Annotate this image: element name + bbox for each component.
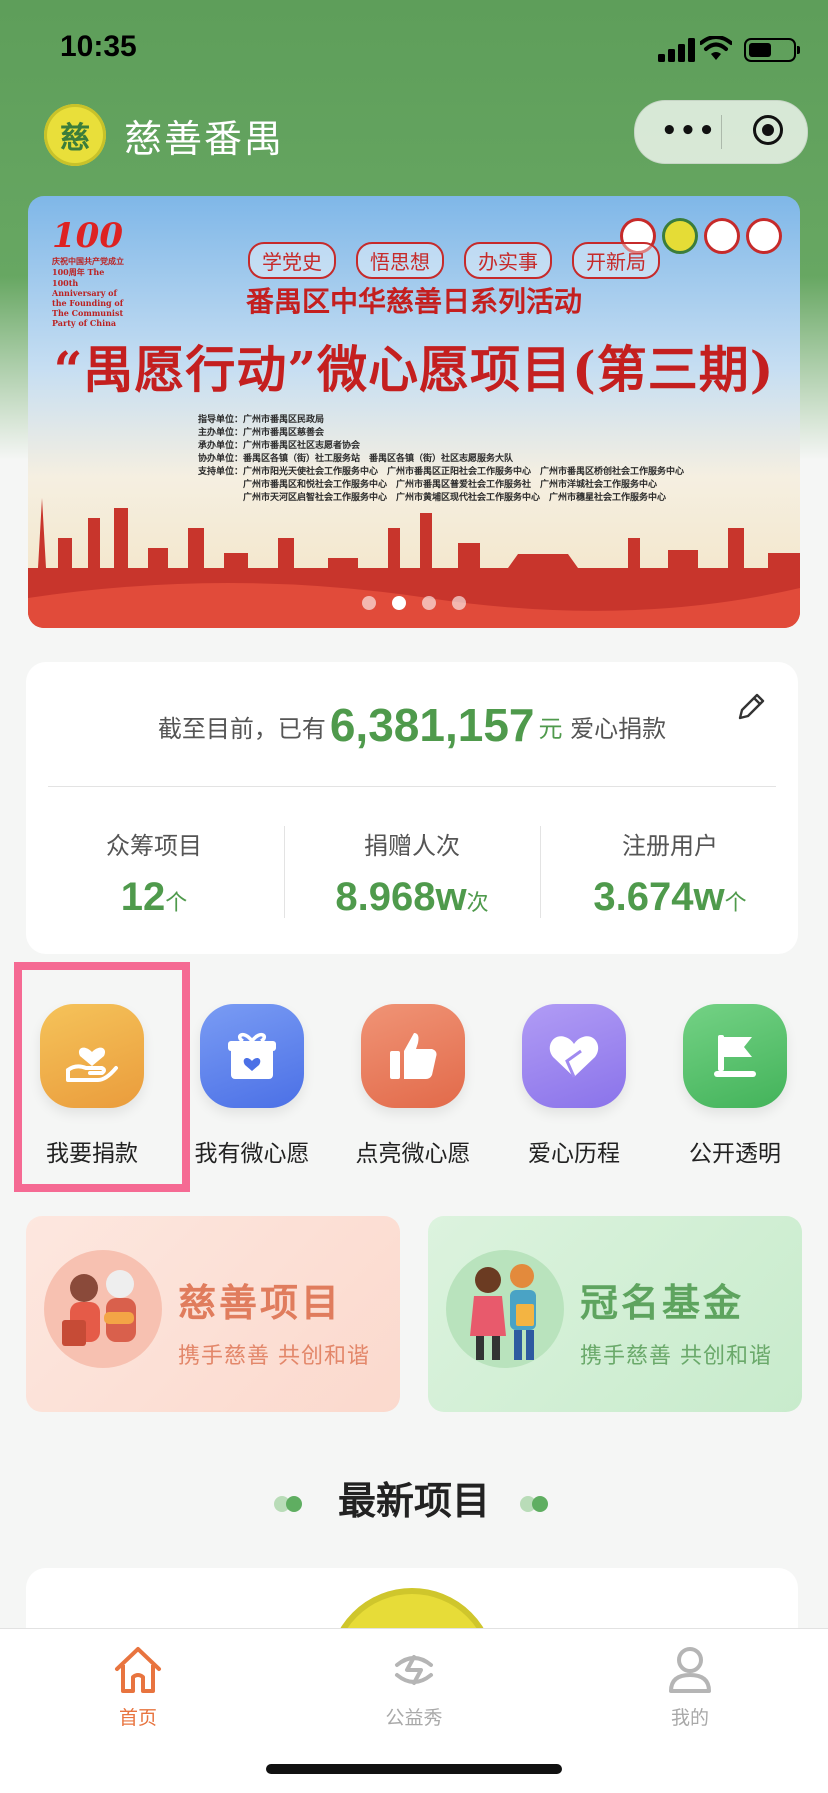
decor-dots-icon: [273, 1495, 308, 1512]
latest-projects-heading: 最新项目: [0, 1470, 828, 1525]
heart-icon: [522, 1004, 626, 1108]
edit-icon[interactable]: [734, 690, 768, 724]
nav-bar: 慈 慈善番禺 •••: [0, 96, 828, 176]
org-logo-icon: [662, 218, 698, 254]
illustration-kids-icon: [446, 1250, 564, 1368]
named-fund-card[interactable]: 冠名基金 携手慈善 共创和谐: [428, 1216, 802, 1412]
thumbs-up-icon: [361, 1004, 465, 1108]
battery-icon: [744, 38, 800, 62]
divider: [48, 786, 776, 787]
banner-tag: 办实事: [464, 242, 552, 279]
app-logo: 慈: [44, 104, 106, 166]
carousel-dot[interactable]: [362, 596, 376, 610]
gift-icon: [200, 1004, 304, 1108]
signal-icon: [658, 38, 695, 62]
stat-users: 注册用户 3.674w个: [593, 832, 747, 919]
stat-projects: 众筹项目 12个: [106, 832, 202, 919]
action-transparency[interactable]: 公开透明: [655, 1004, 815, 1168]
tab-profile[interactable]: 我的: [620, 1643, 760, 1730]
highlight-box: [14, 962, 190, 1192]
action-light-wish[interactable]: 点亮微心愿: [333, 1004, 493, 1168]
carousel-dot-active[interactable]: [392, 596, 406, 610]
home-icon: [115, 1647, 161, 1693]
tab-home[interactable]: 首页: [68, 1643, 208, 1730]
donation-amount: 6,381,157: [329, 699, 535, 751]
action-love-journey[interactable]: 爱心历程: [494, 1004, 654, 1168]
banner-tag: 悟思想: [356, 242, 444, 279]
carousel-dots: [28, 596, 800, 610]
banner-tags: 学党史 悟思想 办实事 开新局: [248, 242, 660, 279]
banner-tag: 开新局: [572, 242, 660, 279]
tab-charity-show[interactable]: 公益秀: [344, 1643, 484, 1730]
banner-carousel[interactable]: 100 庆祝中国共产党成立100周年 The 100th Anniversary …: [28, 196, 800, 628]
decor-dots-icon: [520, 1495, 554, 1512]
home-indicator: [266, 1764, 562, 1774]
stat-donations: 捐赠人次 8.968w次: [335, 832, 489, 919]
flag-icon: [683, 1004, 787, 1108]
illustration-elderly-icon: [44, 1250, 162, 1368]
banner-title: “禺愿行动”微心愿项目(第三期): [53, 340, 775, 399]
banner-subtitle: 番禺区中华慈善日系列活动: [245, 285, 582, 318]
charity-show-icon: [395, 1655, 433, 1685]
app-title: 慈善番禺: [124, 117, 285, 161]
charity-projects-card[interactable]: 慈善项目 携手慈善 共创和谐: [26, 1216, 400, 1412]
banner-tag: 学党史: [248, 242, 336, 279]
status-bar: 10:35: [0, 0, 828, 100]
mini-program-capsule: •••: [634, 100, 808, 164]
org-logo-icon: [704, 218, 740, 254]
org-logo-icon: [746, 218, 782, 254]
status-time: 10:35: [60, 30, 137, 63]
close-mini-program-icon[interactable]: [753, 115, 783, 145]
profile-icon: [669, 1647, 711, 1693]
action-my-wish[interactable]: 我有微心愿: [172, 1004, 332, 1168]
donation-summary: 截至目前，已有6,381,157 元 爱心捐款: [157, 699, 667, 751]
carousel-dot[interactable]: [452, 596, 466, 610]
more-icon[interactable]: •••: [661, 116, 717, 146]
carousel-dot[interactable]: [422, 596, 436, 610]
wifi-icon: [700, 36, 732, 60]
donation-stats-card: 截至目前，已有6,381,157 元 爱心捐款 众筹项目 12个 捐赠人次 8.9…: [26, 662, 798, 954]
